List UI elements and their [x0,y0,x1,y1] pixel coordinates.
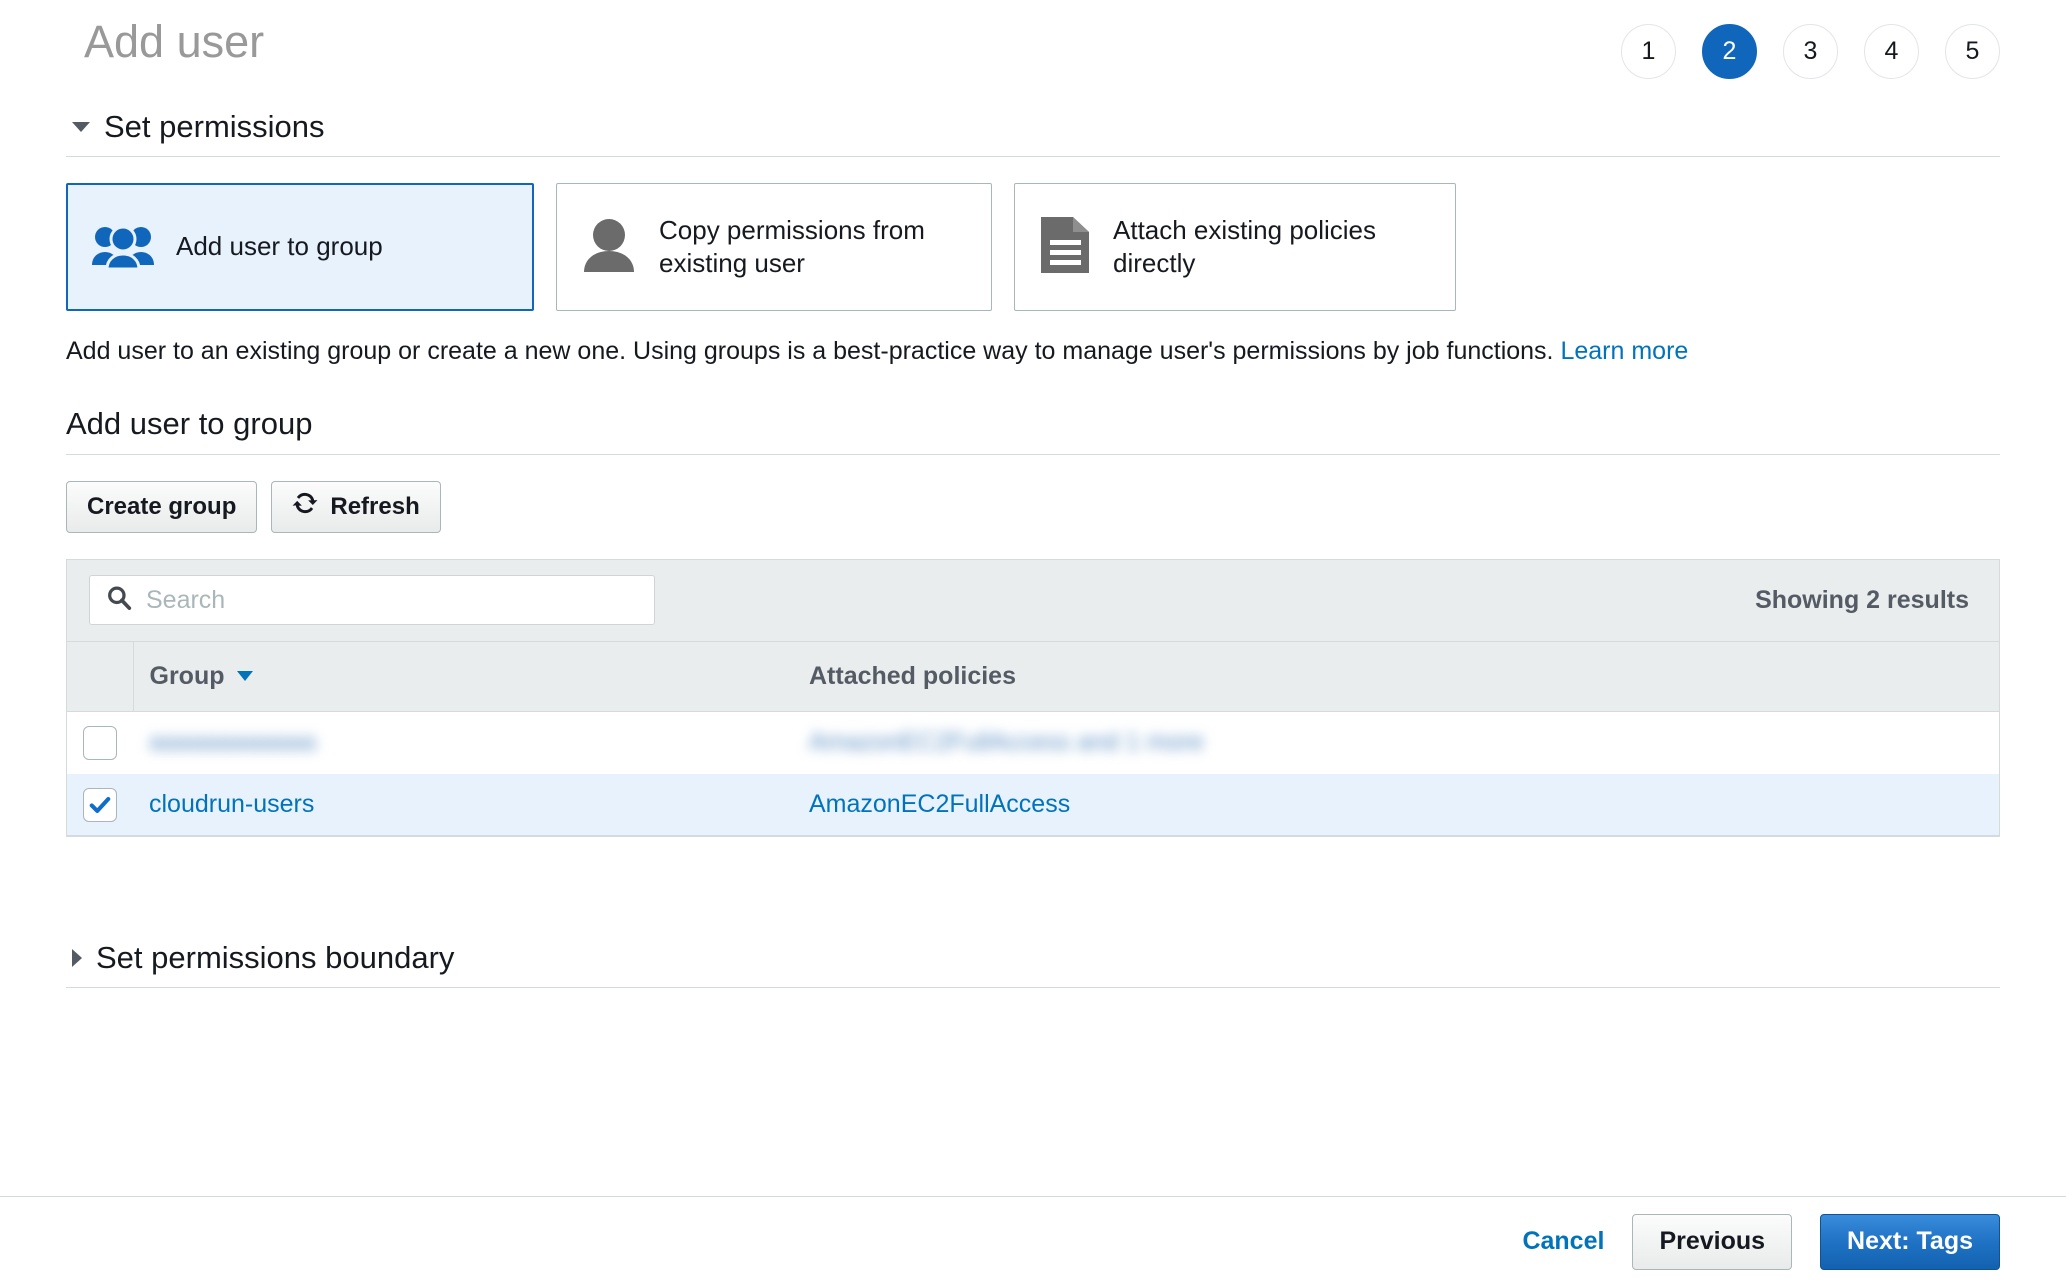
step-2[interactable]: 2 [1702,24,1757,79]
option-label: Add user to group [176,230,383,263]
select-all-header [67,642,133,712]
table-toolbar: Showing 2 results [67,560,1999,642]
option-attach-policies[interactable]: Attach existing policies directly [1014,183,1456,311]
cancel-button[interactable]: Cancel [1522,1227,1604,1256]
permission-option-cards: Add user to group Copy permissions from … [66,183,2000,311]
groups-table: Showing 2 results Group Attached policie… [66,559,2000,838]
column-header-attached-policies[interactable]: Attached policies [793,642,1999,712]
sort-descending-icon [237,671,253,681]
add-user-to-group-title: Add user to group [66,406,2000,455]
page-header: Add user 1 2 3 4 5 [0,0,2066,110]
refresh-label: Refresh [330,493,419,521]
result-count: Showing 2 results [1755,586,1977,615]
step-1[interactable]: 1 [1621,24,1676,79]
permissions-description: Add user to an existing group or create … [66,335,2000,368]
row-checkbox[interactable] [83,788,117,822]
document-lines-icon [1039,215,1091,280]
step-indicator: 1 2 3 4 5 [1621,24,2000,79]
learn-more-link[interactable]: Learn more [1560,337,1688,365]
row-policies-cell: AmazonEC2FullAccess and 1 more [793,712,1999,774]
table-row[interactable]: cloudrun-users AmazonEC2FullAccess [67,774,1999,836]
row-checkbox[interactable] [83,726,117,760]
page-title: Add user [84,16,264,68]
option-add-user-to-group[interactable]: Add user to group [66,183,534,311]
refresh-button[interactable]: Refresh [271,481,440,533]
attached-policies-redacted: AmazonEC2FullAccess and 1 more [809,728,1204,757]
search-box [89,575,655,625]
create-group-label: Create group [87,493,236,521]
step-4[interactable]: 4 [1864,24,1919,79]
table-header-row: Group Attached policies [67,642,1999,712]
column-header-group[interactable]: Group [133,642,793,712]
next-tags-button[interactable]: Next: Tags [1820,1214,2000,1270]
row-checkbox-cell [67,712,133,774]
group-name-link[interactable]: cloudrun-users [149,790,314,818]
set-permissions-header[interactable]: Set permissions [66,110,2000,157]
row-group-cell: cloudrun-users [133,774,793,836]
column-header-group-label: Group [150,662,225,691]
refresh-icon [292,490,318,523]
column-header-attached-policies-label: Attached policies [809,662,1016,690]
wizard-footer: Cancel Previous Next: Tags [0,1196,2066,1286]
users-group-icon [92,221,154,274]
set-permissions-boundary-title: Set permissions boundary [96,941,454,975]
set-permissions-title: Set permissions [104,110,325,144]
option-label: Copy permissions from existing user [659,214,967,281]
previous-label: Previous [1659,1227,1765,1256]
option-label: Attach existing policies directly [1113,214,1431,281]
groups-grid: Group Attached policies [67,642,1999,837]
chevron-right-icon [72,949,82,967]
chevron-down-icon [72,122,90,132]
group-name-redacted: aaaaaaaaaaaa [149,728,316,757]
step-5[interactable]: 5 [1945,24,2000,79]
attached-policy-link[interactable]: AmazonEC2FullAccess [809,790,1070,818]
search-input[interactable] [89,575,655,625]
next-label: Next: Tags [1847,1227,1973,1256]
set-permissions-boundary-header[interactable]: Set permissions boundary [66,941,2000,988]
group-toolbar: Create group Refresh [66,481,2000,533]
step-3[interactable]: 3 [1783,24,1838,79]
row-policies-cell: AmazonEC2FullAccess [793,774,1999,836]
row-checkbox-cell [67,774,133,836]
previous-button[interactable]: Previous [1632,1214,1792,1270]
table-row[interactable]: aaaaaaaaaaaa AmazonEC2FullAccess and 1 m… [67,712,1999,774]
main-content: Set permissions Add user to group [0,110,2066,988]
row-group-cell: aaaaaaaaaaaa [133,712,793,774]
create-group-button[interactable]: Create group [66,481,257,533]
option-copy-permissions[interactable]: Copy permissions from existing user [556,183,992,311]
description-text: Add user to an existing group or create … [66,337,1554,365]
user-silhouette-icon [581,218,637,277]
